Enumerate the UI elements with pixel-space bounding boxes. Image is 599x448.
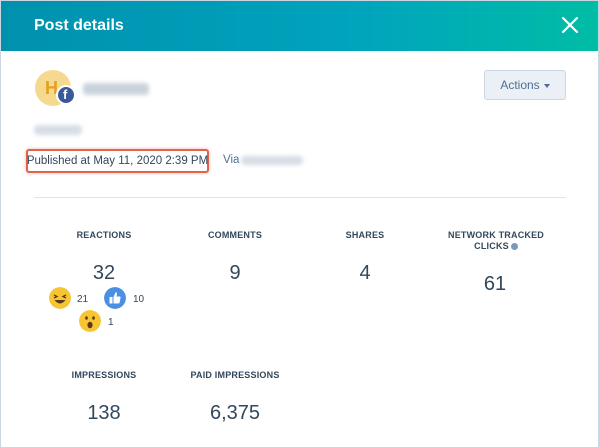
shares-value: 4 — [359, 262, 371, 284]
clicks-value: 61 — [483, 273, 507, 295]
paid-impressions-label: PAID IMPRESSIONS — [190, 370, 280, 380]
clicks-label: NETWORK TRACKED CLICKS — [441, 230, 551, 252]
laughing-emoji-icon — [49, 287, 71, 309]
modal-header: Post details — [1, 1, 598, 51]
close-button[interactable] — [559, 14, 581, 36]
close-icon — [561, 16, 579, 34]
impressions-label: IMPRESSIONS — [71, 370, 137, 380]
modal-title: Post details — [34, 17, 124, 34]
post-text-redacted — [34, 125, 82, 135]
thumbs-up-count: 10 — [133, 294, 145, 305]
actions-dropdown-button[interactable]: Actions — [484, 70, 566, 100]
comments-value: 9 — [229, 262, 241, 284]
surprised-emoji-icon — [79, 310, 101, 332]
reactions-value: 32 — [92, 262, 116, 284]
chevron-down-icon — [543, 83, 550, 88]
published-timestamp: Published at May 11, 2020 2:39 PM — [26, 149, 209, 173]
info-icon[interactable] — [510, 243, 518, 251]
actions-label: Actions — [500, 78, 540, 92]
via-source-redacted — [241, 156, 303, 165]
paid-impressions-value: 6,375 — [209, 402, 261, 424]
facebook-icon: f — [56, 85, 76, 105]
divider — [34, 197, 566, 198]
reactions-label: REACTIONS — [76, 230, 132, 240]
surprised-count: 1 — [108, 317, 114, 328]
laughing-count: 21 — [77, 294, 89, 305]
thumbs-up-icon — [104, 287, 126, 309]
account-name-redacted — [83, 83, 149, 95]
comments-label: COMMENTS — [207, 230, 263, 240]
clicks-label-line1: NETWORK TRACKED — [448, 230, 544, 240]
via-label: Via — [223, 154, 240, 166]
impressions-value: 138 — [87, 402, 121, 424]
shares-label: SHARES — [345, 230, 385, 240]
clicks-label-line2: CLICKS — [474, 241, 509, 251]
post-details-modal: Post details H f Actions Published at Ma… — [0, 0, 599, 448]
